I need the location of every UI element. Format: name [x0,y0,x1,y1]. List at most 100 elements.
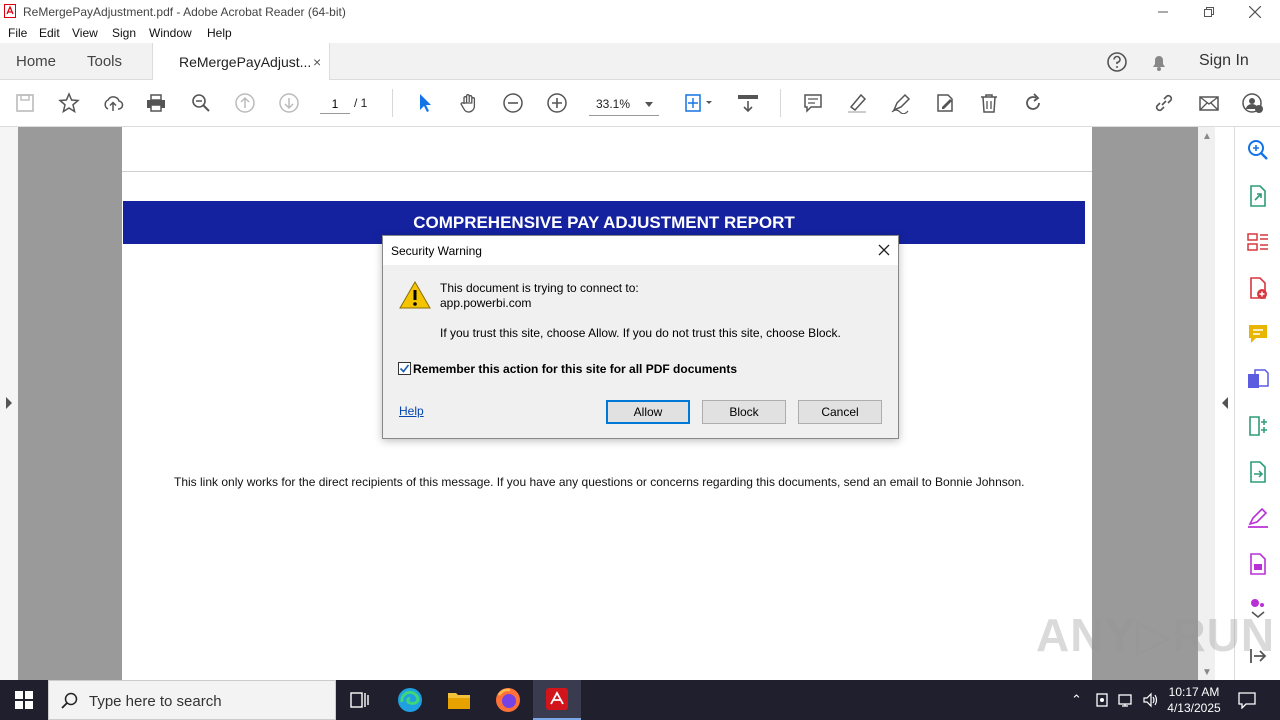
cancel-button[interactable]: Cancel [798,400,882,424]
hand-tool-button[interactable] [457,91,481,115]
start-button[interactable] [0,680,48,720]
expand-left-pane-icon[interactable] [5,397,13,409]
menu-edit[interactable]: Edit [39,26,60,40]
file-explorer-taskbar-button[interactable] [435,680,483,720]
minus-circle-icon [503,93,523,113]
collapse-right-pane-icon[interactable] [1221,397,1229,409]
page-number-input[interactable] [320,94,350,114]
acrobat-taskbar-button[interactable] [533,680,581,720]
bell-icon[interactable] [1148,51,1170,73]
chevron-down-icon [645,102,653,107]
tab-tools[interactable]: Tools [87,43,122,80]
zoom-level-dropdown[interactable]: 33.1% [589,94,659,116]
remember-checkbox[interactable] [398,362,411,375]
compress-pdf-icon[interactable] [1246,414,1270,438]
trash-icon [981,94,997,113]
arrow-down-circle-icon [279,93,299,113]
zoom-level-value: 33.1% [596,97,631,111]
remember-label[interactable]: Remember this action for this site for a… [413,362,737,376]
share-link-button[interactable] [1152,91,1176,115]
block-button[interactable]: Block [702,400,786,424]
scroll-mode-button[interactable] [736,91,760,115]
export-pdf-icon[interactable] [1246,184,1270,208]
comment-button[interactable] [801,91,825,115]
menu-window[interactable]: Window [149,26,192,40]
comment-tool-icon[interactable] [1246,322,1270,346]
cloud-upload-icon [104,96,124,111]
zoom-in-button[interactable] [545,91,569,115]
edit-document-icon [937,94,953,112]
firefox-icon [496,688,520,712]
dialog-close-icon[interactable] [875,241,893,259]
tab-close-button[interactable]: × [313,54,321,70]
taskbar-search-box[interactable]: Type here to search [48,680,336,720]
search-tool-icon[interactable] [1246,138,1270,162]
share-user-button[interactable] [1241,91,1265,115]
toolbar-divider [392,89,393,117]
restore-button[interactable] [1186,0,1232,23]
tools-pane [1234,127,1280,680]
scroll-up-icon[interactable]: ▲ [1202,131,1212,142]
next-page-button[interactable] [277,91,301,115]
organize-pages-icon[interactable] [1246,230,1270,254]
scroll-icon [738,95,758,113]
sign-in-button[interactable]: Sign In [1199,52,1249,70]
help-icon[interactable] [1106,51,1128,73]
show-hidden-icons-icon[interactable]: ⌃ [1071,692,1082,708]
edit-pdf-button[interactable] [933,91,957,115]
print-button[interactable] [144,91,168,115]
save-icon [16,94,34,112]
draw-button[interactable] [889,91,913,115]
dialog-host: app.powerbi.com [440,296,532,310]
main-toolbar: / 1 33.1% [0,80,1280,127]
menu-view[interactable]: View [72,26,98,40]
search-placeholder: Type here to search [89,693,222,710]
security-tray-icon[interactable] [1094,692,1110,708]
close-window-button[interactable] [1232,0,1278,23]
printer-icon [147,94,165,112]
minimize-button[interactable] [1140,0,1186,23]
notifications-icon[interactable] [1238,691,1256,709]
allow-button[interactable]: Allow [606,400,690,424]
find-zoom-button[interactable] [189,91,213,115]
page-display-button[interactable] [682,91,716,115]
tab-document[interactable]: ReMergePayAdjust... [152,43,330,81]
task-view-button[interactable] [336,680,384,720]
fill-sign-icon[interactable] [1246,506,1270,530]
delete-button[interactable] [977,91,1001,115]
menu-bar: File Edit View Sign Window Help [0,23,1280,43]
save-button[interactable] [13,91,37,115]
left-nav-collapsed [0,127,18,680]
windows-logo-icon [15,691,33,709]
menu-file[interactable]: File [8,26,27,40]
menu-help[interactable]: Help [207,26,232,40]
combine-files-icon[interactable] [1246,368,1270,392]
zoom-out-button[interactable] [501,91,525,115]
vertical-scrollbar[interactable]: ▲ ▼ [1198,127,1215,680]
window-title: ReMergePayAdjustment.pdf - Adobe Acrobat… [23,5,346,19]
right-pane-toggle [1215,127,1234,680]
highlight-button[interactable] [845,91,869,115]
volume-icon[interactable] [1142,692,1160,708]
email-button[interactable] [1197,91,1221,115]
scroll-down-icon[interactable]: ▼ [1202,667,1212,678]
edge-taskbar-button[interactable] [386,680,434,720]
fit-page-icon [685,94,712,112]
network-icon[interactable] [1118,692,1136,708]
send-for-review-icon[interactable] [1246,460,1270,484]
create-pdf-icon[interactable] [1246,276,1270,300]
tab-document-label: ReMergePayAdjust... [179,54,312,70]
protect-document-icon[interactable] [1246,552,1270,576]
tab-home[interactable]: Home [16,43,56,80]
taskbar-clock[interactable]: 10:17 AM 4/13/2025 [1160,684,1228,716]
bookmark-star-button[interactable] [57,91,81,115]
upload-cloud-button[interactable] [101,91,125,115]
menu-sign[interactable]: Sign [112,26,136,40]
previous-page-button[interactable] [233,91,257,115]
select-tool-button[interactable] [413,91,437,115]
search-icon [61,692,78,709]
firefox-taskbar-button[interactable] [484,680,532,720]
rotate-button[interactable] [1021,91,1045,115]
dialog-help-link[interactable]: Help [399,404,424,418]
rotate-icon [1026,93,1040,110]
